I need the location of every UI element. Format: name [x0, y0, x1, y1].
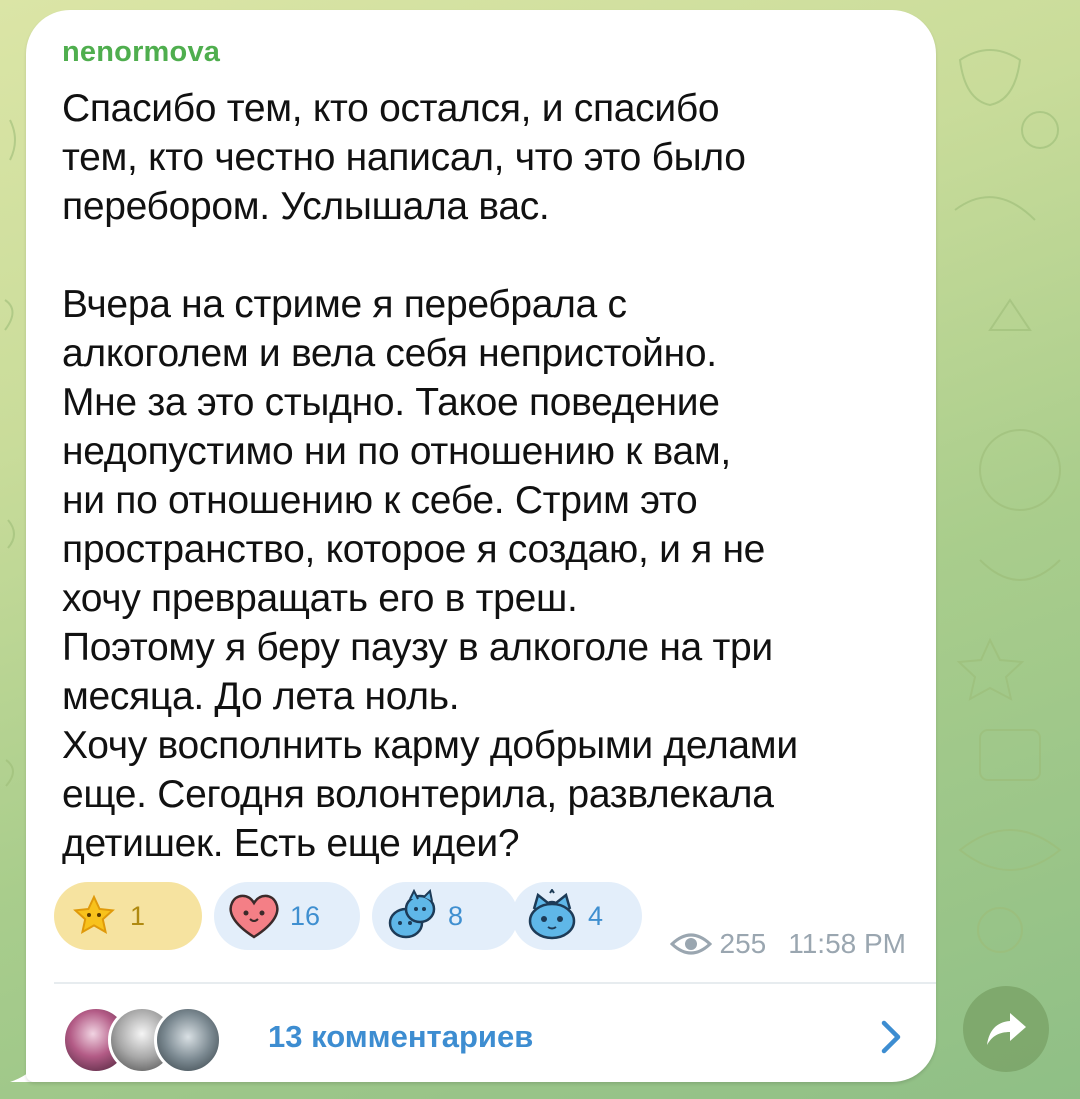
reaction-cat[interactable]: 4 [512, 882, 642, 950]
reaction-count: 16 [290, 900, 321, 931]
reaction-count: 1 [130, 900, 146, 931]
divider [54, 982, 936, 984]
reaction-star[interactable]: 1 [54, 882, 202, 950]
blue-cat-sticker-icon [524, 888, 580, 944]
reaction-count: 8 [448, 900, 464, 931]
reaction-heart[interactable]: 16 [214, 882, 360, 950]
message-bubble: nenormova Спасибо тем, кто остался, и сп… [26, 10, 936, 1082]
heart-emoji-icon [226, 888, 282, 944]
commenter-avatars [62, 1002, 222, 1074]
eye-icon [669, 933, 712, 955]
chevron-right-icon [881, 1020, 901, 1054]
share-arrow-icon [987, 1013, 1026, 1045]
message-time: 11:58 PM [788, 928, 906, 959]
sender-name[interactable]: nenormova [62, 36, 220, 69]
star-emoji-icon [66, 888, 122, 944]
share-button[interactable] [963, 986, 1049, 1072]
avatar [154, 1006, 222, 1074]
reaction-cat-hug[interactable]: 8 [372, 882, 518, 950]
comments-label: 13 комментариев [268, 1019, 534, 1054]
comments-button[interactable]: 13 комментариев [62, 996, 906, 1078]
message-meta: 255 11:58 PM [669, 928, 906, 960]
message-text: Спасибо тем, кто остался, и спасибо тем,… [62, 87, 798, 865]
reaction-count: 4 [588, 900, 604, 931]
views-count: 255 [719, 928, 767, 959]
blue-cat-hug-sticker-icon [384, 888, 440, 944]
